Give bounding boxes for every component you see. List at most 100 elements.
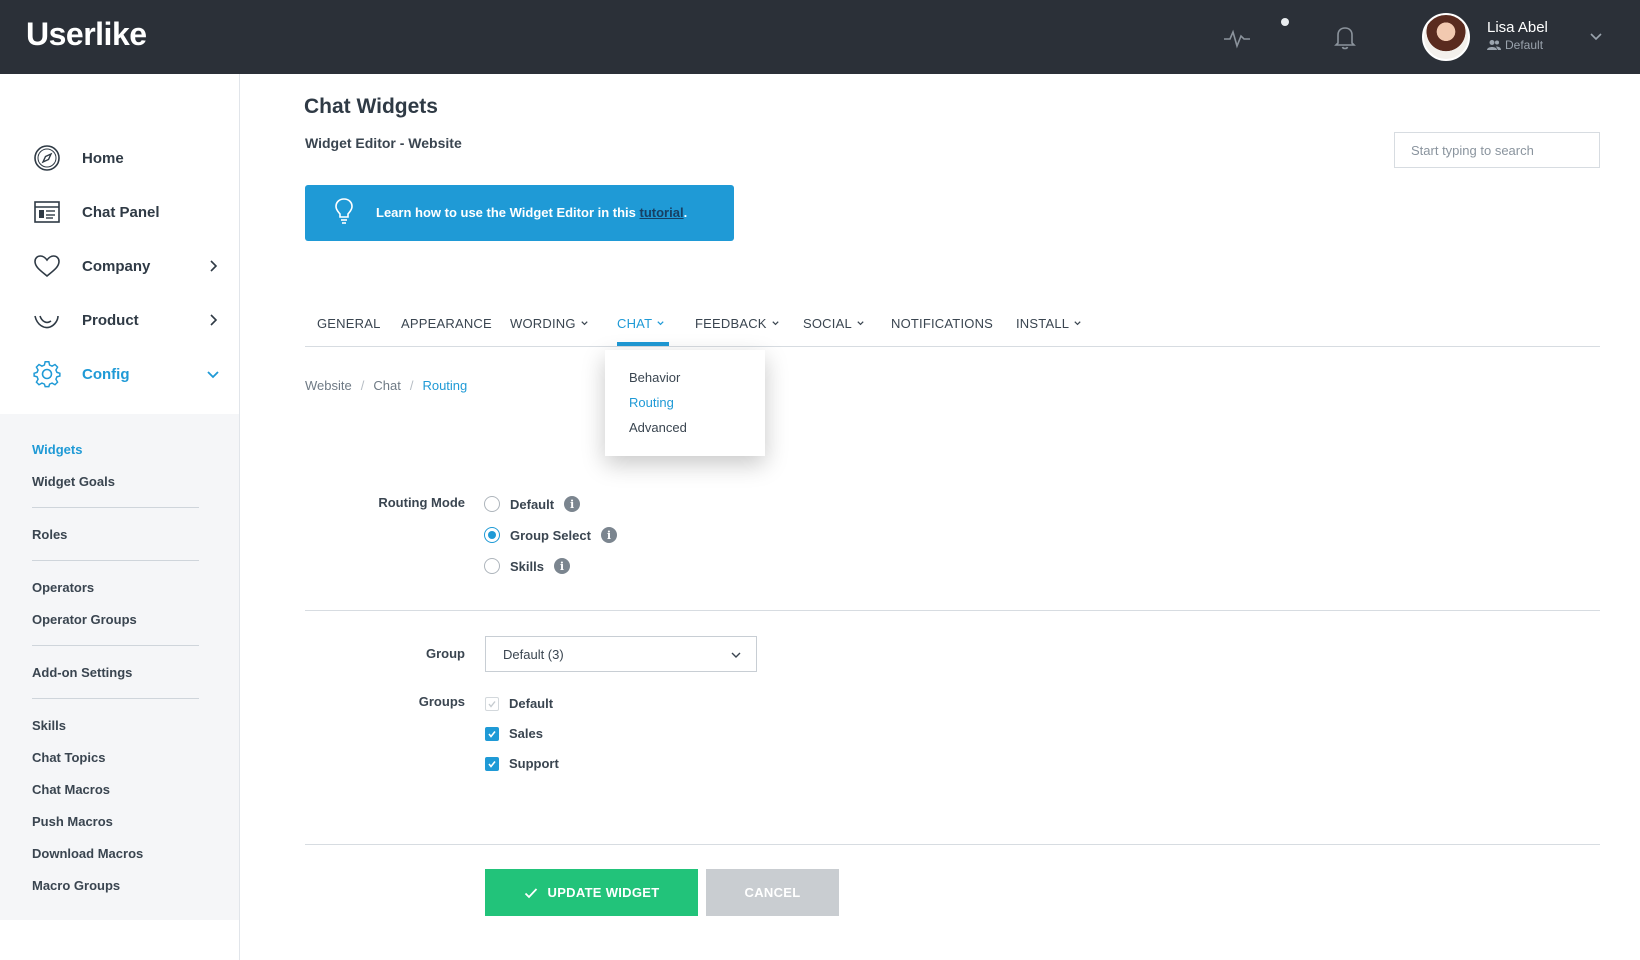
sidebar-item-label: Product	[82, 311, 139, 329]
subnav-item-download-macros[interactable]: Download Macros	[32, 846, 143, 861]
active-tab-indicator	[617, 342, 669, 346]
breadcrumb-website[interactable]: Website	[305, 378, 352, 393]
tab-label: CHAT	[617, 316, 653, 331]
top-bar: Userlike Lisa Abel Default	[0, 0, 1640, 74]
tab-wording[interactable]: WORDING	[510, 316, 589, 331]
subnav-item-chat-macros[interactable]: Chat Macros	[32, 782, 110, 797]
tab-appearance[interactable]: APPEARANCE	[401, 316, 492, 331]
update-widget-button[interactable]: UPDATE WIDGET	[485, 869, 698, 916]
checkbox-default: Default	[485, 696, 553, 711]
checkbox-sales[interactable]: Sales	[485, 726, 543, 741]
page-title: Chat Widgets	[304, 95, 438, 118]
sidebar-item-label: Home	[82, 149, 124, 167]
user-role-label: Default	[1505, 38, 1544, 52]
logo-text: Userlike	[26, 16, 147, 52]
subnav-divider	[32, 560, 199, 561]
lightbulb-icon	[335, 198, 353, 224]
radio-button[interactable]	[484, 558, 500, 574]
subnav-item-operator-groups[interactable]: Operator Groups	[32, 612, 137, 627]
group-select[interactable]: Default (3)	[485, 636, 757, 672]
breadcrumb-separator: /	[409, 378, 414, 393]
tab-general[interactable]: GENERAL	[317, 316, 381, 331]
subnav-item-widgets[interactable]: Widgets	[32, 442, 82, 457]
widget-editor-tabs: GENERAL APPEARANCE WORDING CHAT FEEDBACK…	[305, 300, 1600, 347]
breadcrumb: Website / Chat / Routing	[305, 378, 467, 393]
tab-social[interactable]: SOCIAL	[803, 316, 865, 331]
radio-default[interactable]: Default i	[484, 496, 581, 512]
subnav-item-operators[interactable]: Operators	[32, 580, 94, 595]
radio-button[interactable]	[484, 496, 500, 512]
sidebar-item-company[interactable]: Company	[0, 242, 239, 290]
sidebar-item-home[interactable]: Home	[0, 134, 239, 182]
subnav-item-chat-topics[interactable]: Chat Topics	[32, 750, 105, 765]
bell-icon[interactable]	[1330, 22, 1360, 52]
chevron-right-icon	[210, 314, 218, 326]
radio-label: Group Select	[510, 527, 591, 543]
checkbox-label: Sales	[509, 726, 543, 741]
subnav-item-macro-groups[interactable]: Macro Groups	[32, 878, 120, 893]
check-icon	[488, 760, 496, 768]
tab-install[interactable]: INSTALL	[1016, 316, 1082, 331]
heart-icon	[34, 255, 60, 278]
check-icon	[524, 887, 537, 898]
avatar[interactable]	[1422, 13, 1470, 61]
checkbox[interactable]	[485, 726, 499, 741]
tutorial-link[interactable]: tutorial	[640, 205, 684, 220]
chevron-down-icon	[207, 371, 219, 379]
user-role: Default	[1487, 38, 1543, 52]
chevron-down-icon[interactable]	[1588, 28, 1604, 44]
groups-label: Groups	[418, 694, 465, 709]
compass-icon	[34, 145, 60, 171]
tip-text: Learn how to use the Widget Editor in th…	[376, 205, 687, 220]
subnav-item-addon-settings[interactable]: Add-on Settings	[32, 665, 132, 680]
chevron-right-icon	[210, 260, 218, 272]
subnav-item-push-macros[interactable]: Push Macros	[32, 814, 113, 829]
radio-label: Default	[510, 496, 555, 512]
sidebar-item-chat-panel[interactable]: Chat Panel	[0, 188, 239, 236]
tip-text-after: .	[683, 205, 688, 220]
checkbox[interactable]	[485, 756, 499, 771]
subnav-item-widget-goals[interactable]: Widget Goals	[32, 474, 115, 489]
radio-label: Skills	[510, 558, 544, 574]
tab-label: APPEARANCE	[401, 316, 492, 331]
checkbox-support[interactable]: Support	[485, 756, 559, 771]
gear-icon	[33, 361, 61, 388]
tab-feedback[interactable]: FEEDBACK	[695, 316, 780, 331]
section-divider	[305, 610, 1600, 611]
users-icon	[1487, 40, 1501, 50]
activity-icon[interactable]	[1222, 22, 1252, 52]
smile-icon	[34, 315, 59, 329]
breadcrumb-separator: /	[360, 378, 365, 393]
cancel-button[interactable]: CANCEL	[706, 869, 839, 916]
sidebar-item-label: Chat Panel	[82, 203, 160, 221]
activity-dot	[1281, 18, 1289, 26]
breadcrumb-chat[interactable]: Chat	[373, 378, 400, 393]
info-icon[interactable]: i	[553, 558, 570, 574]
radio-button[interactable]	[484, 527, 500, 543]
menu-item-behavior[interactable]: Behavior	[629, 370, 680, 385]
tip-text-before: Learn how to use the Widget Editor in th…	[376, 205, 640, 220]
tab-label: GENERAL	[317, 316, 381, 331]
user-name[interactable]: Lisa Abel	[1487, 19, 1548, 36]
info-icon[interactable]: i	[564, 496, 581, 512]
menu-item-routing[interactable]: Routing	[629, 395, 674, 410]
subnav-item-roles[interactable]: Roles	[32, 527, 67, 542]
tip-banner: Learn how to use the Widget Editor in th…	[305, 185, 734, 241]
search-input[interactable]	[1394, 132, 1600, 168]
subnav-divider	[32, 698, 199, 699]
info-icon[interactable]: i	[600, 527, 617, 543]
tab-chat[interactable]: CHAT	[617, 316, 665, 331]
sidebar-item-config[interactable]: Config	[0, 350, 239, 398]
userlike-logo[interactable]: Userlike	[26, 16, 147, 53]
radio-group-select[interactable]: Group Select i	[484, 527, 617, 543]
page-subtitle: Widget Editor - Website	[305, 135, 462, 151]
checkbox-label: Support	[509, 756, 559, 771]
tab-label: FEEDBACK	[695, 316, 767, 331]
menu-item-advanced[interactable]: Advanced	[629, 420, 687, 435]
radio-skills[interactable]: Skills i	[484, 558, 570, 574]
tab-label: WORDING	[510, 316, 576, 331]
sidebar-item-product[interactable]: Product	[0, 296, 239, 344]
tab-label: INSTALL	[1016, 316, 1070, 331]
subnav-item-skills[interactable]: Skills	[32, 718, 66, 733]
tab-notifications[interactable]: NOTIFICATIONS	[891, 316, 993, 331]
